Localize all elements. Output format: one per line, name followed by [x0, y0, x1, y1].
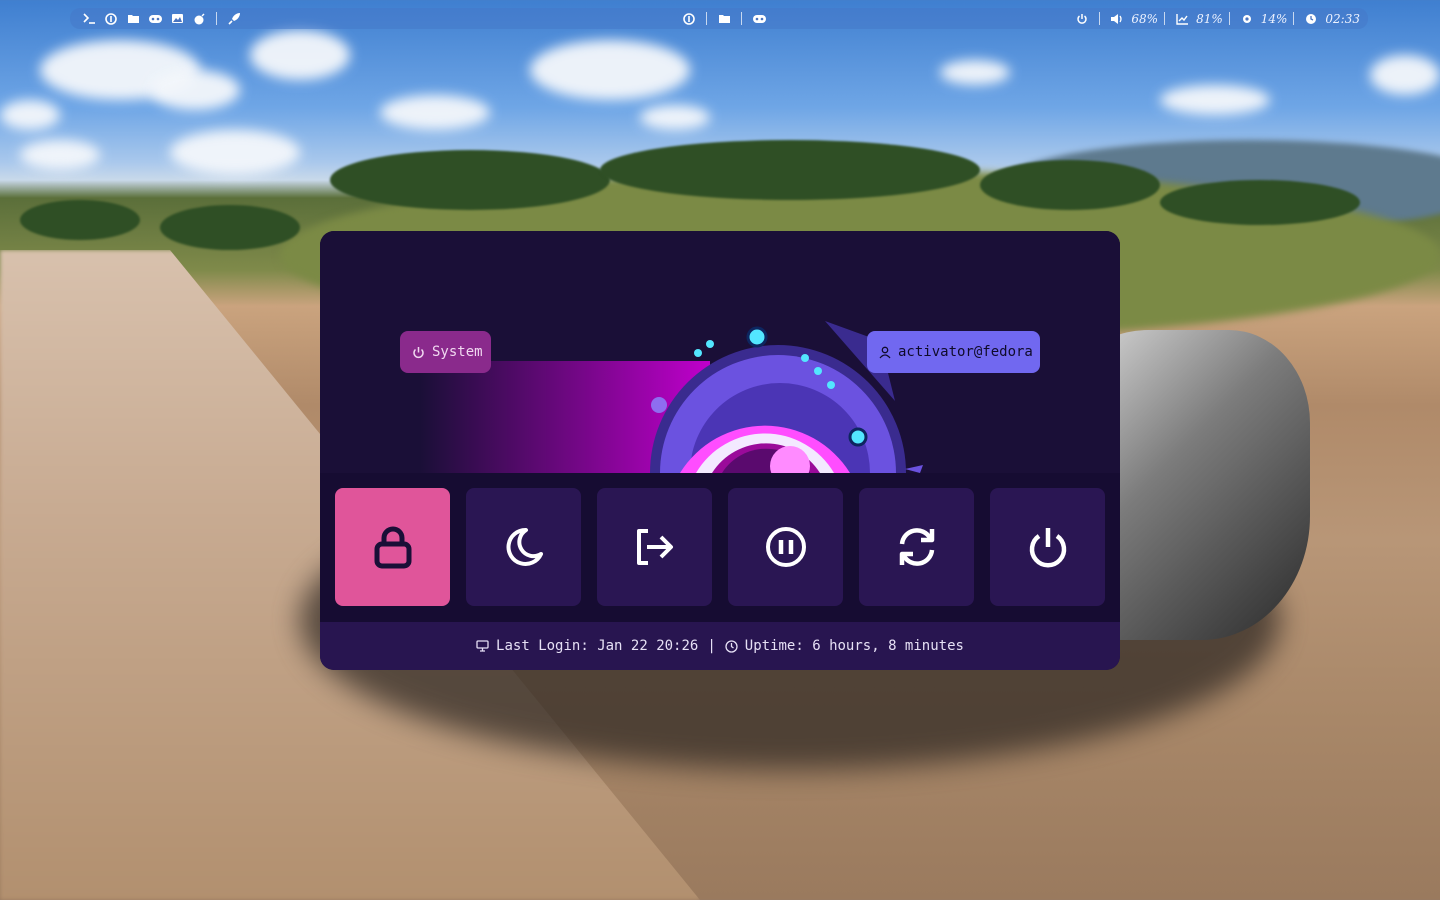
lock-icon	[374, 526, 411, 569]
volume-value: 68%	[1131, 11, 1159, 26]
top-bar-right: 68% 81% 14% 02:33	[1071, 8, 1360, 29]
hero-banner: System activator@fedora	[320, 231, 1120, 473]
system-button[interactable]: System	[400, 331, 491, 373]
last-login-text: Last Login: Jan 22 20:26	[496, 638, 699, 654]
power-buttons	[320, 473, 1120, 622]
image-icon[interactable]	[169, 11, 185, 27]
sleep-button[interactable]	[466, 488, 581, 606]
volume-icon[interactable]	[1109, 11, 1125, 27]
separator	[706, 12, 707, 25]
power-icon	[1029, 528, 1066, 568]
fedora-icon[interactable]	[681, 11, 697, 27]
power-icon	[412, 346, 425, 359]
fedora-icon[interactable]	[103, 11, 119, 27]
uptime-text: Uptime: 6 hours, 8 minutes	[744, 638, 964, 654]
footer-separator: |	[707, 638, 716, 654]
chart-line-icon	[1174, 11, 1190, 27]
system-label: System	[432, 344, 483, 360]
top-bar: 68% 81% 14% 02:33	[70, 8, 1368, 29]
top-bar-left	[78, 8, 245, 29]
refresh-icon	[899, 528, 934, 566]
pause-icon	[765, 527, 806, 567]
moon-icon	[506, 527, 543, 566]
logout-icon	[636, 529, 673, 565]
separator	[1099, 12, 1101, 25]
top-bar-center	[678, 8, 770, 29]
clock-icon	[725, 639, 738, 653]
power-icon[interactable]	[1074, 11, 1090, 27]
clock-icon	[1303, 11, 1319, 27]
separator	[1228, 12, 1230, 25]
user-button[interactable]: activator@fedora	[867, 331, 1040, 373]
folder-icon[interactable]	[716, 11, 732, 27]
gamepad-icon[interactable]	[147, 11, 163, 27]
bomb-icon[interactable]	[191, 11, 207, 27]
folder-icon[interactable]	[125, 11, 141, 27]
memory-value: 14%	[1260, 11, 1288, 26]
reboot-button[interactable]	[859, 488, 974, 606]
status-footer: Last Login: Jan 22 20:26 | Uptime: 6 hou…	[320, 622, 1120, 670]
rocket-icon[interactable]	[226, 11, 242, 27]
separator	[216, 12, 217, 25]
separator	[1164, 12, 1166, 25]
clock-value: 02:33	[1325, 11, 1360, 26]
suspend-button[interactable]	[728, 488, 843, 606]
power-menu: System activator@fedora Last Login: Jan …	[320, 231, 1120, 670]
user-icon	[879, 346, 891, 359]
separator	[1293, 12, 1295, 25]
lock-button[interactable]	[335, 488, 450, 606]
monitor-icon	[476, 640, 489, 652]
cpu-value: 81%	[1196, 11, 1223, 26]
gamepad-icon[interactable]	[751, 11, 767, 27]
shutdown-button[interactable]	[990, 488, 1105, 606]
memory-icon	[1239, 11, 1255, 27]
logout-button[interactable]	[597, 488, 712, 606]
terminal-icon[interactable]	[81, 11, 97, 27]
user-label: activator@fedora	[898, 344, 1033, 360]
separator	[741, 12, 742, 25]
